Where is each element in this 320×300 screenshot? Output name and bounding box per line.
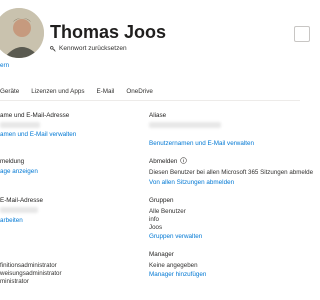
signout-heading: Abmelden <box>149 157 188 165</box>
signin-label: meldung <box>0 158 25 165</box>
signout-all-sessions-link[interactable]: Von allen Sitzungen abmelden <box>149 179 234 186</box>
manage-groups-link[interactable]: Gruppen verwalten <box>149 233 202 240</box>
group-item: info <box>149 216 159 223</box>
redacted-value <box>0 122 40 128</box>
manager-value: Keine angegeben <box>149 262 198 269</box>
close-button[interactable] <box>294 26 310 42</box>
avatar <box>0 8 44 58</box>
tab-onedrive[interactable]: OneDrive <box>126 88 153 95</box>
role-item: ministrator <box>0 278 29 285</box>
tab-licenses[interactable]: Lizenzen und Apps <box>31 88 84 95</box>
manage-aliases-link[interactable]: Benutzernamen und E-Mail verwalten <box>149 140 254 147</box>
role-item: weisungsadministrator <box>0 270 62 277</box>
redacted-value <box>0 207 38 213</box>
name-email-label: ame und E-Mail-Adresse <box>0 112 70 119</box>
redacted-value <box>149 122 221 128</box>
tab-email[interactable]: E-Mail <box>96 88 114 95</box>
role-item: finitionsadministrator <box>0 262 57 269</box>
alias-label: Aliase <box>149 112 167 119</box>
manage-name-email-link[interactable]: amen und E-Mail verwalten <box>0 131 76 138</box>
group-item: Alle Benutzer <box>149 208 186 215</box>
view-signin-link[interactable]: age anzeigen <box>0 168 38 175</box>
tab-devices[interactable]: Geräte <box>0 88 19 95</box>
key-icon <box>50 45 56 52</box>
groups-label: Gruppen <box>149 197 174 204</box>
reset-password-button[interactable]: Kennwort zurücksetzen <box>50 45 127 52</box>
tab-bar: Geräte Lizenzen und Apps E-Mail OneDrive <box>0 88 165 95</box>
signout-description: Diesen Benutzer bei allen Microsoft 365 … <box>149 169 314 176</box>
signout-label: Abmelden <box>149 158 178 165</box>
edit-email-link[interactable]: arbeiten <box>0 217 23 224</box>
manager-label: Manager <box>149 251 174 258</box>
reset-password-label: Kennwort zurücksetzen <box>59 45 127 52</box>
tabs-divider <box>0 100 300 101</box>
email-address-label: E-Mail-Adresse <box>0 197 44 204</box>
info-icon[interactable] <box>180 157 188 164</box>
page-title: Thomas Joos <box>50 22 167 42</box>
add-manager-link[interactable]: Manager hinzufügen <box>149 271 206 278</box>
group-item: Joos <box>149 224 163 231</box>
change-photo-link[interactable]: ern <box>0 62 9 69</box>
